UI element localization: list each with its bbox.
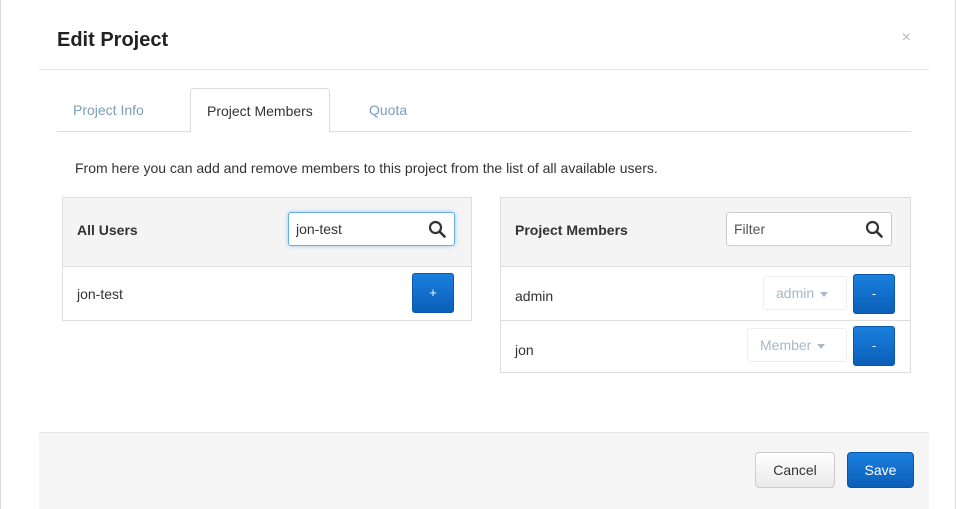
chevron-down-icon: [817, 343, 826, 349]
search-icon[interactable]: [428, 220, 446, 238]
tab-project-info[interactable]: Project Info: [57, 88, 160, 132]
save-button[interactable]: Save: [847, 452, 914, 488]
member-row: jon Member -: [501, 320, 910, 372]
chevron-down-icon: [820, 291, 829, 297]
modal-footer: Cancel Save: [39, 432, 929, 509]
project-members-header: Project Members: [501, 198, 910, 267]
all-users-title: All Users: [77, 222, 138, 238]
close-icon[interactable]: ×: [902, 30, 911, 46]
tab-project-members[interactable]: Project Members: [190, 88, 330, 133]
tab-quota[interactable]: Quota: [353, 88, 423, 132]
role-dropdown[interactable]: Member: [747, 328, 847, 362]
all-users-search: [288, 212, 455, 246]
project-members-title: Project Members: [515, 222, 628, 238]
all-users-header: All Users: [63, 198, 471, 267]
modal-title: Edit Project: [57, 29, 169, 51]
add-member-button[interactable]: +: [412, 273, 454, 313]
all-users-panel: All Users jon-test +: [62, 197, 472, 321]
window-edge-left: [0, 0, 1, 509]
user-row: jon-test +: [63, 268, 471, 320]
member-name: admin: [515, 288, 554, 304]
tab-bar: Project Info Project Members Quota: [57, 88, 911, 133]
search-icon[interactable]: [865, 220, 883, 238]
role-dropdown[interactable]: admin: [763, 276, 847, 310]
cancel-button[interactable]: Cancel: [755, 452, 835, 488]
project-members-panel: Project Members admin admin - jon Member…: [500, 197, 911, 373]
modal-header: Edit Project ×: [39, 0, 929, 70]
member-name: jon: [515, 342, 534, 358]
remove-member-button[interactable]: -: [853, 326, 895, 366]
role-value: admin: [776, 285, 815, 301]
member-row: admin admin -: [501, 268, 910, 320]
role-value: Member: [760, 337, 812, 353]
remove-member-button[interactable]: -: [853, 274, 895, 314]
members-filter: [726, 212, 892, 246]
edit-project-modal: Edit Project × Project Info Project Memb…: [39, 0, 929, 509]
help-text: From here you can add and remove members…: [75, 160, 658, 176]
user-name: jon-test: [77, 286, 123, 302]
